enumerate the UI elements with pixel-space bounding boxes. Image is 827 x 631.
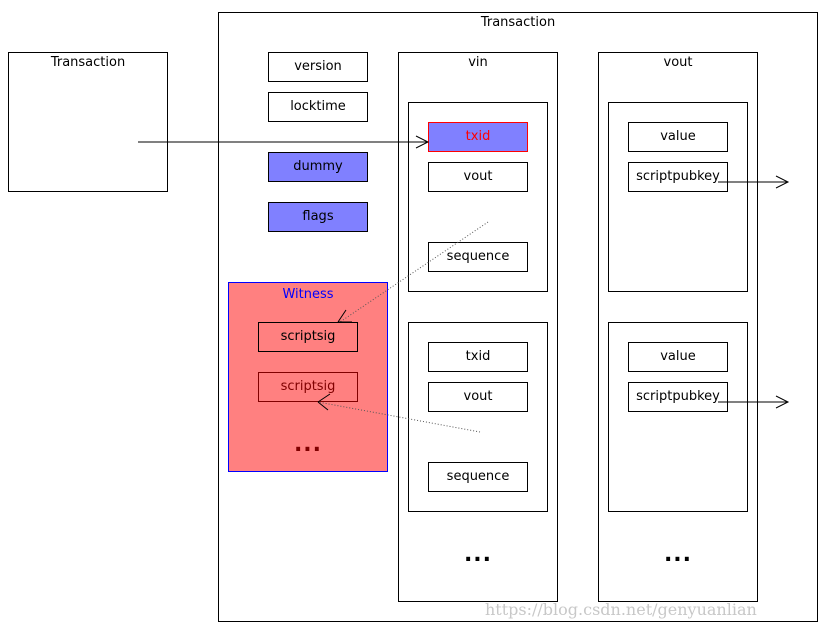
watermark: https://blog.csdn.net/genyuanlian	[485, 600, 757, 619]
arrow-scriptpubkey-1-out	[718, 175, 790, 189]
connector-arrows	[138, 135, 790, 433]
arrow-tx-to-txid	[138, 135, 430, 149]
dotted-arrow-sequence1-to-scriptsig1	[339, 221, 489, 323]
dotted-arrow-sequence2-to-scriptsig2	[317, 401, 481, 433]
arrow-scriptpubkey-2-out	[718, 395, 790, 409]
